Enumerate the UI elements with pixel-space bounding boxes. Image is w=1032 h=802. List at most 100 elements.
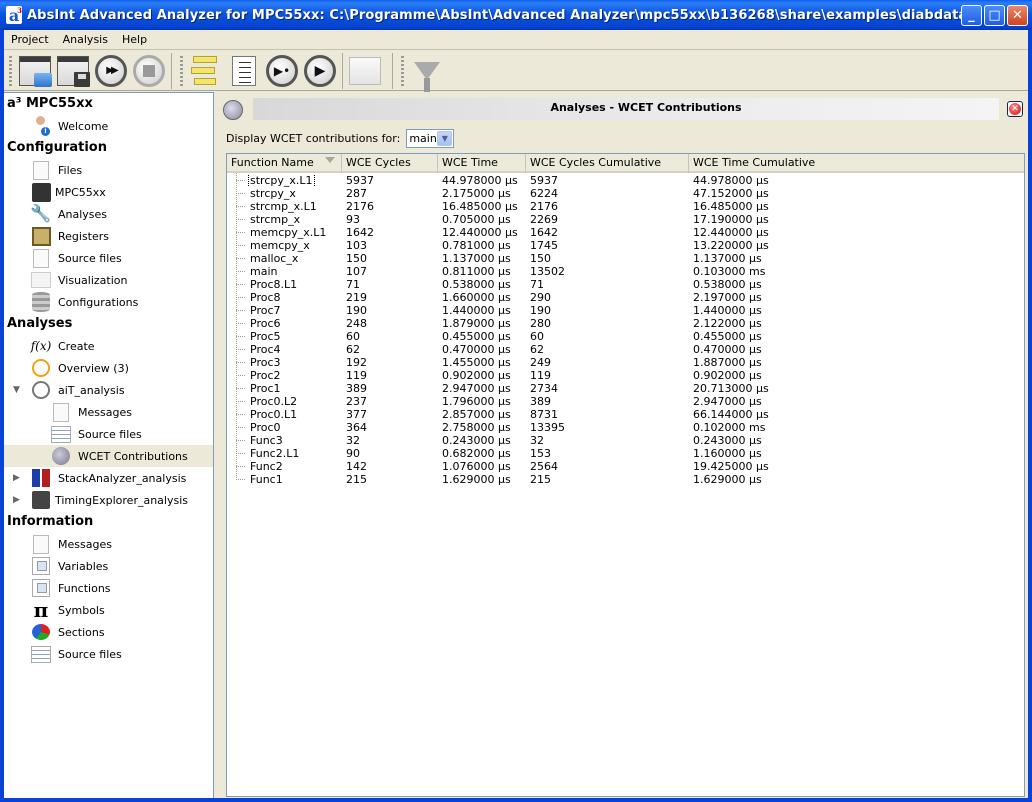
- chevron-down-icon[interactable]: ▼: [437, 130, 453, 146]
- table-row[interactable]: Proc6 248 1.879000 µs 280 2.122000 µs: [227, 317, 1024, 330]
- cell-function-name: malloc_x: [227, 252, 342, 265]
- funnel-icon: [414, 61, 440, 92]
- sidebar-item-sections[interactable]: Sections: [4, 621, 213, 643]
- table-row[interactable]: strcpy_x.L1 5937 44.978000 µs 5937 44.978000…: [227, 174, 1024, 187]
- document-icon: [33, 248, 49, 268]
- sidebar-item-symbols[interactable]: π Symbols: [4, 598, 213, 622]
- menu-analysis[interactable]: Analysis: [56, 33, 115, 46]
- menu-project[interactable]: Project: [4, 33, 56, 46]
- sidebar-item-create[interactable]: f(x) Create: [4, 335, 213, 357]
- chip-icon: [31, 182, 51, 202]
- expand-arrow-icon[interactable]: ▶: [13, 495, 20, 505]
- sidebar-item-registers[interactable]: Registers: [4, 225, 213, 247]
- column-header-function-name[interactable]: Function Name: [227, 154, 342, 173]
- function-select[interactable]: main ▼: [406, 128, 455, 148]
- table-row[interactable]: Proc3 192 1.455000 µs 249 1.887000 µs: [227, 356, 1024, 369]
- minimize-button[interactable]: _: [961, 5, 982, 26]
- menu-help[interactable]: Help: [115, 33, 154, 46]
- tree-root[interactable]: a³ MPC55xx: [4, 93, 213, 115]
- panel-close-button[interactable]: ✕: [1007, 101, 1023, 117]
- toolbar-grip[interactable]: [180, 55, 183, 86]
- collapse-arrow-icon[interactable]: ▼: [13, 385, 20, 395]
- table-row[interactable]: Func2.L1 90 0.682000 µs 153 1.160000 µs: [227, 447, 1024, 460]
- sidebar-item-info-messages[interactable]: Messages: [4, 533, 213, 555]
- function-name-text: Func3: [250, 434, 283, 447]
- table-row[interactable]: Proc5 60 0.455000 µs 60 0.455000 µs: [227, 330, 1024, 343]
- sidebar-item-welcome[interactable]: Welcome: [4, 115, 213, 137]
- table-row[interactable]: Proc8.L1 71 0.538000 µs 71 0.538000 µs: [227, 278, 1024, 291]
- cell-wce-cycles: 60: [346, 330, 360, 343]
- sidebar-item-timingexplorer[interactable]: ▶ TimingExplorer_analysis: [4, 489, 213, 511]
- cell-function-name: Proc4: [227, 343, 342, 356]
- source-files-icon: [51, 425, 71, 443]
- sidebar-item-mpc55xx[interactable]: MPC55xx: [4, 181, 213, 203]
- visualization-button[interactable]: [347, 53, 383, 89]
- sidebar-item-stackanalyzer[interactable]: ▶ StackAnalyzer_analysis: [4, 467, 213, 489]
- filter-button[interactable]: [409, 53, 445, 92]
- save-project-button[interactable]: [55, 53, 91, 89]
- sidebar-item-variables[interactable]: Variables: [4, 555, 213, 577]
- table-row[interactable]: Func2 142 1.076000 µs 2564 19.425000 µs: [227, 460, 1024, 473]
- sidebar-item-overview[interactable]: Overview (3): [4, 357, 213, 379]
- sidebar-item-source-files[interactable]: Source files: [4, 247, 213, 269]
- section-information: Information: [7, 514, 94, 529]
- function-name-text: malloc_x: [250, 252, 299, 265]
- sidebar-item-ait-source-files[interactable]: Source files: [4, 423, 213, 445]
- table-row[interactable]: strcmp_x.L1 2176 16.485000 µs 2176 16.485000…: [227, 200, 1024, 213]
- sidebar-item-info-source-files[interactable]: Source files: [4, 643, 213, 665]
- table-row[interactable]: strcmp_x 93 0.705000 µs 2269 17.190000 µs: [227, 213, 1024, 226]
- cell-wce-time-cumulative: 1.887000 µs: [693, 356, 762, 369]
- cell-wce-time: 2.857000 µs: [442, 408, 511, 421]
- table-row[interactable]: Proc1 389 2.947000 µs 2734 20.713000 µs: [227, 382, 1024, 395]
- column-header-wce-time-cumulative[interactable]: WCE Time Cumulative: [689, 154, 1023, 173]
- app-window: a3 AbsInt Advanced Analyzer for MPC55xx:…: [0, 0, 1032, 802]
- title-bar[interactable]: a3 AbsInt Advanced Analyzer for MPC55xx:…: [0, 0, 1032, 30]
- column-header-wce-cycles[interactable]: WCE Cycles: [342, 154, 438, 173]
- open-project-button[interactable]: [17, 53, 53, 89]
- sidebar-item-configurations[interactable]: Configurations: [4, 291, 213, 313]
- sidebar-item-ait-analysis[interactable]: ▼ aiT_analysis: [4, 379, 213, 401]
- cell-wce-time-cumulative: 1.137000 µs: [693, 252, 762, 265]
- menu-bar: Project Analysis Help: [4, 30, 1028, 50]
- column-header-wce-time[interactable]: WCE Time: [438, 154, 526, 173]
- table-row[interactable]: Proc2 119 0.902000 µs 119 0.902000 µs: [227, 369, 1024, 382]
- sidebar-item-files[interactable]: Files: [4, 159, 213, 181]
- sidebar-item-ait-messages[interactable]: Messages: [4, 401, 213, 423]
- sidebar-item-visualization[interactable]: Visualization: [4, 269, 213, 291]
- maximize-button[interactable]: □: [984, 5, 1005, 26]
- call-graph-button[interactable]: [188, 53, 224, 89]
- table-row[interactable]: Func3 32 0.243000 µs 32 0.243000 µs: [227, 434, 1024, 447]
- table-row[interactable]: Proc4 62 0.470000 µs 62 0.470000 µs: [227, 343, 1024, 356]
- table-row[interactable]: Proc8 219 1.660000 µs 290 2.197000 µs: [227, 291, 1024, 304]
- run-step-button[interactable]: ▶•: [264, 53, 300, 89]
- toolbar-grip[interactable]: [401, 55, 404, 86]
- sidebar-item-analyses[interactable]: 🔧 Analyses: [4, 203, 213, 225]
- cell-wce-cycles-cumulative: 280: [530, 317, 551, 330]
- table-row[interactable]: memcpy_x 103 0.781000 µs 1745 13.220000 µs: [227, 239, 1024, 252]
- function-name-text: Proc5: [250, 330, 281, 343]
- table-row[interactable]: Proc7 190 1.440000 µs 190 1.440000 µs: [227, 304, 1024, 317]
- close-button[interactable]: ✕: [1007, 5, 1028, 26]
- table-row[interactable]: strcpy_x 287 2.175000 µs 6224 47.152000 µs: [227, 187, 1024, 200]
- cell-wce-cycles: 237: [346, 395, 367, 408]
- cell-wce-cycles: 190: [346, 304, 367, 317]
- table-row[interactable]: Proc0.L2 237 1.796000 µs 389 2.947000 µs: [227, 395, 1024, 408]
- sidebar-item-wcet-contributions[interactable]: WCET Contributions: [4, 445, 213, 467]
- toolbar-grip[interactable]: [9, 55, 12, 86]
- table-row[interactable]: Proc0.L1 377 2.857000 µs 8731 66.144000 µs: [227, 408, 1024, 421]
- table-row[interactable]: Proc0 364 2.758000 µs 13395 0.102000 ms: [227, 421, 1024, 434]
- run-all-button[interactable]: ▶▶: [93, 53, 129, 89]
- navigation-tree[interactable]: a³ MPC55xx Welcome Configuration Files M…: [4, 92, 214, 798]
- source-view-button[interactable]: [226, 53, 262, 89]
- sidebar-item-functions[interactable]: Functions: [4, 577, 213, 599]
- table-row[interactable]: malloc_x 150 1.137000 µs 150 1.137000 µs: [227, 252, 1024, 265]
- expand-arrow-icon[interactable]: ▶: [13, 473, 20, 483]
- table-row[interactable]: main 107 0.811000 µs 13502 0.103000 ms: [227, 265, 1024, 278]
- table-row[interactable]: Func1 215 1.629000 µs 215 1.629000 µs: [227, 473, 1024, 486]
- stop-button[interactable]: [131, 53, 167, 89]
- run-button[interactable]: ▶: [302, 53, 338, 89]
- column-header-wce-cycles-cumulative[interactable]: WCE Cycles Cumulative: [526, 154, 689, 173]
- pie-chart-icon: [32, 624, 50, 640]
- cell-wce-time-cumulative: 66.144000 µs: [693, 408, 769, 421]
- table-row[interactable]: memcpy_x.L1 1642 12.440000 µs 1642 12.440000…: [227, 226, 1024, 239]
